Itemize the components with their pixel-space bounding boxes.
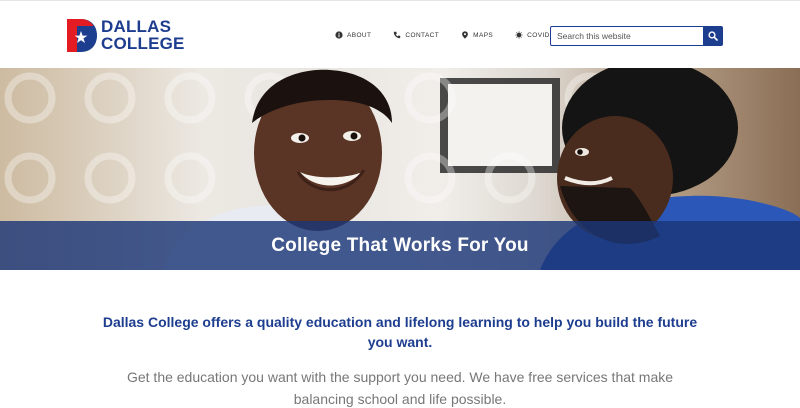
logo-line-2: COLLEGE [101,34,185,53]
search-button[interactable] [703,26,723,46]
hero-heading: College That Works For You [271,234,529,256]
utility-nav: ABOUT CONTACT MAPS COVID-19 [335,31,582,39]
virus-icon [515,31,523,39]
nav-about[interactable]: ABOUT [335,31,371,39]
site-header: DALLAS COLLEGE ABOUT CONTACT MAPS COVID-… [0,0,800,68]
intro-subtext: Get the education you want with the supp… [126,369,674,407]
logo-wordmark: DALLAS COLLEGE [101,18,185,52]
map-pin-icon [462,31,469,39]
nav-contact[interactable]: CONTACT [393,31,439,39]
search-icon [708,31,718,41]
logo-d-mark-icon [67,19,97,52]
info-icon [335,31,343,39]
nav-contact-label: CONTACT [405,31,440,39]
phone-icon [394,31,401,39]
logo-line-1: DALLAS [101,17,172,36]
dallas-college-logo[interactable]: DALLAS COLLEGE [67,18,193,53]
nav-about-label: ABOUT [347,31,372,39]
intro-statement: Dallas College offers a quality educatio… [102,314,698,350]
search-input[interactable] [550,26,703,46]
nav-maps[interactable]: MAPS [461,31,493,39]
site-search [550,26,723,46]
hero-section: College That Works For You [0,68,800,270]
nav-maps-label: MAPS [473,31,494,39]
hero-banner: College That Works For You [0,221,800,270]
